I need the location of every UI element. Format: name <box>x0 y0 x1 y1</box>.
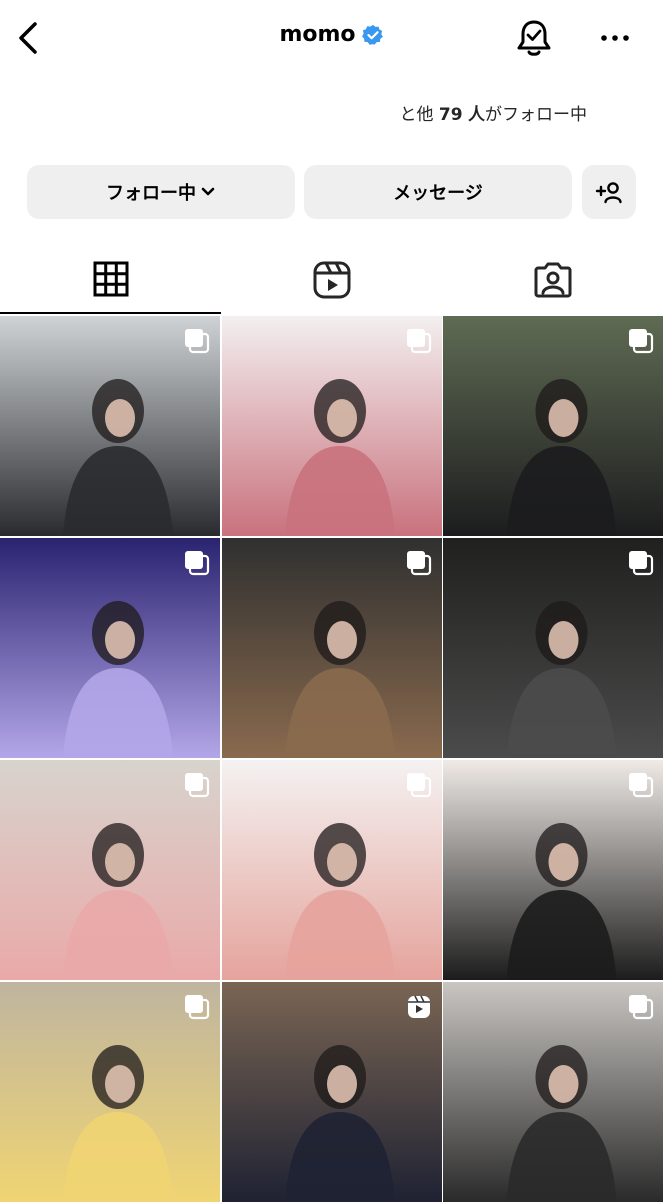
post-thumbnail[interactable] <box>0 538 220 758</box>
post-thumbnail[interactable] <box>222 538 442 758</box>
post-thumbnail[interactable] <box>443 538 663 758</box>
bell-check-icon <box>517 20 551 56</box>
more-horizontal-icon <box>601 35 629 41</box>
followers-suffix: がフォロー中 <box>485 105 587 125</box>
post-thumbnail[interactable] <box>0 760 220 980</box>
suggest-users-button[interactable] <box>582 165 636 219</box>
reels-icon <box>313 261 350 299</box>
chevron-down-icon <box>201 187 215 196</box>
following-button[interactable]: フォロー中 <box>27 165 295 219</box>
followed-by-text[interactable]: と他 79 人がフォロー中 <box>0 100 663 125</box>
following-label: フォロー中 <box>106 183 196 204</box>
tagged-icon <box>534 262 571 298</box>
carousel-badge-icon <box>185 995 210 1020</box>
carousel-badge-icon <box>407 551 432 576</box>
post-thumbnail[interactable] <box>0 982 220 1202</box>
profile-actions: フォロー中 メッセージ <box>27 165 637 219</box>
profile-tabs <box>0 246 663 316</box>
tab-posts[interactable] <box>0 246 221 314</box>
post-thumbnail[interactable] <box>443 316 663 536</box>
carousel-badge-icon <box>629 995 654 1020</box>
followers-count: 79 <box>438 105 463 125</box>
carousel-badge-icon <box>629 551 654 576</box>
profile-title: momo <box>0 22 663 47</box>
add-user-icon <box>595 182 622 204</box>
post-thumbnail[interactable] <box>443 760 663 980</box>
carousel-badge-icon <box>629 773 654 798</box>
post-thumbnail[interactable] <box>443 982 663 1202</box>
followers-count-unit: 人 <box>468 105 485 125</box>
post-thumbnail[interactable] <box>222 982 442 1202</box>
tab-reels[interactable] <box>221 246 442 314</box>
post-thumbnail[interactable] <box>222 316 442 536</box>
username: momo <box>279 22 356 47</box>
top-bar: momo <box>0 0 663 78</box>
carousel-badge-icon <box>407 773 432 798</box>
tab-tagged[interactable] <box>442 246 663 314</box>
verified-badge-icon <box>361 24 383 45</box>
message-label: メッセージ <box>393 183 483 204</box>
post-thumbnail[interactable] <box>0 316 220 536</box>
carousel-badge-icon <box>629 329 654 354</box>
grid-icon <box>93 261 128 297</box>
more-options-button[interactable] <box>594 20 636 56</box>
carousel-badge-icon <box>185 551 210 576</box>
carousel-badge-icon <box>407 329 432 354</box>
message-button[interactable]: メッセージ <box>304 165 572 219</box>
reel-badge-icon <box>408 995 430 1018</box>
followers-prefix: と他 <box>399 105 434 125</box>
carousel-badge-icon <box>185 773 210 798</box>
post-thumbnail[interactable] <box>222 760 442 980</box>
notifications-button[interactable] <box>512 16 556 60</box>
carousel-badge-icon <box>185 329 210 354</box>
